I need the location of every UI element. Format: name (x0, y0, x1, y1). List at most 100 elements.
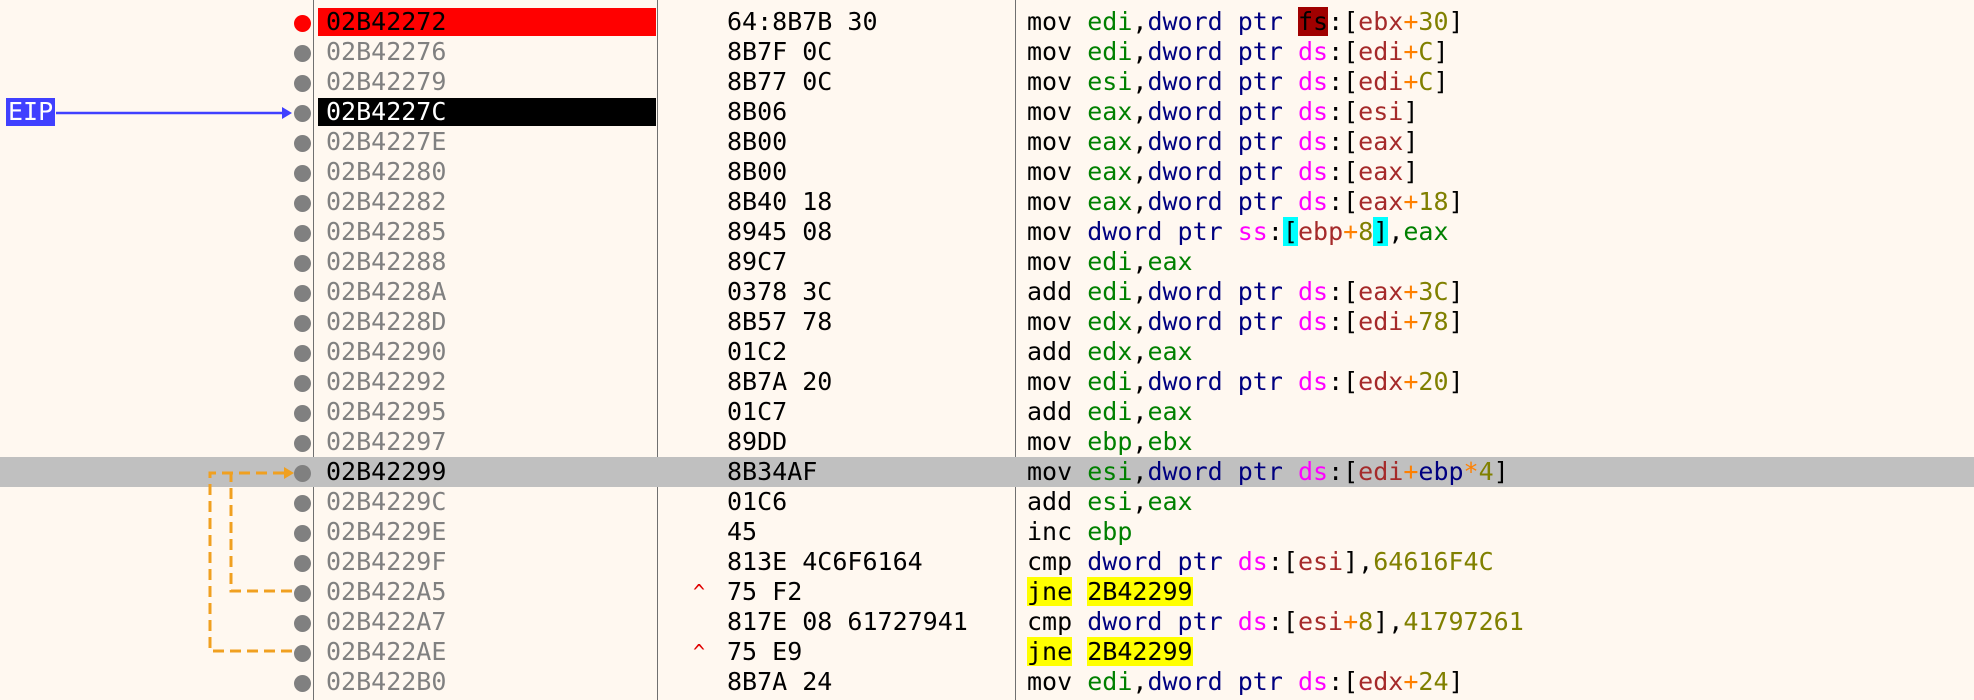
instruction-bytes[interactable]: 45 (727, 517, 757, 547)
instruction-address[interactable]: 02B42280 (318, 158, 656, 186)
instruction-text[interactable]: jne 2B42299 (1027, 637, 1193, 667)
instruction-bytes[interactable]: 8B57 78 (727, 307, 832, 337)
instruction-bytes[interactable]: 8B7F 0C (727, 37, 832, 67)
instruction-address[interactable]: 02B42279 (318, 68, 656, 96)
instruction-address[interactable]: 02B42290 (318, 338, 656, 366)
instruction-address[interactable]: 02B422B0 (318, 668, 656, 696)
instruction-bytes[interactable]: 8B00 (727, 157, 787, 187)
instruction-address[interactable]: 02B4229E (318, 518, 656, 546)
instruction-bytes[interactable]: 89C7 (727, 247, 787, 277)
instruction-text[interactable]: add edx,eax (1027, 337, 1193, 367)
instruction-bytes[interactable]: 8B7A 24 (727, 667, 832, 697)
instruction-bytes[interactable]: 8B7A 20 (727, 367, 832, 397)
instruction-text[interactable]: mov edx,dword ptr ds:[edi+78] (1027, 307, 1464, 337)
instruction-text[interactable]: mov edi,dword ptr fs:[ebx+30] (1027, 7, 1464, 37)
instruction-address[interactable]: 02B422A5 (318, 578, 656, 606)
instruction-address[interactable]: 02B42295 (318, 398, 656, 426)
instruction-token: 24 (1418, 667, 1449, 696)
instruction-text[interactable]: cmp dword ptr ds:[esi+8],41797261 (1027, 607, 1524, 637)
instruction-bytes[interactable]: 89DD (727, 427, 787, 457)
instruction-bytes[interactable]: 8B06 (727, 97, 787, 127)
instruction-bytes[interactable]: 64:8B7B 30 (727, 7, 878, 37)
instruction-address[interactable]: 02B422A7 (318, 608, 656, 636)
instruction-token: dword ptr (1087, 547, 1238, 576)
instruction-bytes[interactable]: 01C6 (727, 487, 787, 517)
instruction-address[interactable]: 02B42297 (318, 428, 656, 456)
instruction-token: , (1388, 217, 1404, 246)
instruction-address[interactable]: 02B4227E (318, 128, 656, 156)
instruction-text[interactable]: cmp dword ptr ds:[esi],64616F4C (1027, 547, 1494, 577)
instruction-token: , (1132, 487, 1148, 516)
instruction-text[interactable]: mov edi,dword ptr ds:[edx+24] (1027, 667, 1464, 697)
instruction-token: mov (1027, 37, 1088, 66)
instruction-token: inc (1027, 517, 1088, 546)
instruction-address[interactable]: 02B42292 (318, 368, 656, 396)
instruction-address[interactable]: 02B42288 (318, 248, 656, 276)
instruction-bytes[interactable]: 01C7 (727, 397, 787, 427)
instruction-token: edi (1358, 37, 1404, 66)
instruction-text[interactable]: mov eax,dword ptr ds:[eax] (1027, 127, 1418, 157)
instruction-token: esi (1087, 457, 1133, 486)
instruction-address[interactable]: 02B42272 (318, 8, 656, 36)
instruction-bytes[interactable]: 8945 08 (727, 217, 832, 247)
instruction-token: jne (1027, 577, 1073, 606)
instruction-token: mov (1027, 667, 1088, 696)
instruction-text[interactable]: add esi,eax (1027, 487, 1193, 517)
instruction-bytes[interactable]: 8B34AF (727, 457, 817, 487)
instruction-address[interactable]: 02B4227C (318, 98, 656, 126)
instruction-token: , (1132, 247, 1148, 276)
instruction-token: + (1403, 367, 1419, 396)
instruction-bytes[interactable]: 75 F2 (727, 577, 802, 607)
instruction-address[interactable]: 02B4229C (318, 488, 656, 516)
instruction-bytes[interactable]: 8B40 18 (727, 187, 832, 217)
instruction-token: edi (1087, 247, 1133, 276)
jump-arrow-1[interactable] (229, 471, 292, 593)
instruction-token: edi (1087, 397, 1133, 426)
instruction-text[interactable]: mov edi,dword ptr ds:[edi+C] (1027, 37, 1449, 67)
instruction-token: :[ (1267, 607, 1298, 636)
instruction-token: , (1132, 457, 1148, 486)
instruction-token: + (1403, 667, 1419, 696)
instruction-text[interactable]: mov esi,dword ptr ds:[edi+C] (1027, 67, 1449, 97)
instruction-token: cmp (1027, 607, 1088, 636)
instruction-text[interactable]: mov esi,dword ptr ds:[edi+ebp*4] (1027, 457, 1509, 487)
instruction-text[interactable]: inc ebp (1027, 517, 1132, 547)
instruction-bytes[interactable]: 8B00 (727, 127, 787, 157)
instruction-bytes[interactable]: 0378 3C (727, 277, 832, 307)
instruction-bytes[interactable]: 8B77 0C (727, 67, 832, 97)
instruction-bytes[interactable]: 01C2 (727, 337, 787, 367)
instruction-text[interactable]: mov eax,dword ptr ds:[eax] (1027, 157, 1418, 187)
instruction-text[interactable]: mov dword ptr ss:[ebp+8],eax (1027, 217, 1449, 247)
jump-arrow-2[interactable] (208, 471, 292, 653)
instruction-token: ds (1297, 367, 1329, 396)
instruction-address[interactable]: 02B42276 (318, 38, 656, 66)
instruction-text[interactable]: mov edi,eax (1027, 247, 1193, 277)
instruction-address[interactable]: 02B4229F (318, 548, 656, 576)
instruction-token: , (1132, 667, 1148, 696)
instruction-token: :[ (1328, 157, 1359, 186)
instruction-token: add (1027, 337, 1088, 366)
instruction-bytes[interactable]: 75 E9 (727, 637, 802, 667)
instruction-text[interactable]: mov ebp,ebx (1027, 427, 1193, 457)
instruction-token: eax (1087, 127, 1133, 156)
instruction-token: dword ptr (1147, 37, 1298, 66)
instruction-text[interactable]: add edi,dword ptr ds:[eax+3C] (1027, 277, 1464, 307)
instruction-text[interactable]: jne 2B42299 (1027, 577, 1193, 607)
instruction-address[interactable]: 02B42285 (318, 218, 656, 246)
instruction-address[interactable]: 02B4228A (318, 278, 656, 306)
instruction-text[interactable]: add edi,eax (1027, 397, 1193, 427)
instruction-bytes[interactable]: 817E 08 61727941 (727, 607, 968, 637)
instruction-token: 2B42299 (1087, 577, 1193, 606)
eip-label: EIP (6, 97, 56, 126)
instruction-token: eax (1087, 97, 1133, 126)
jump-up-marker: ^ (693, 580, 706, 604)
instruction-address[interactable]: 02B422AE (318, 638, 656, 666)
instruction-text[interactable]: mov edi,dword ptr ds:[edx+20] (1027, 367, 1464, 397)
instruction-text[interactable]: mov eax,dword ptr ds:[esi] (1027, 97, 1418, 127)
instruction-token: eax (1147, 337, 1193, 366)
instruction-bytes[interactable]: 813E 4C6F6164 (727, 547, 923, 577)
instruction-text[interactable]: mov eax,dword ptr ds:[eax+18] (1027, 187, 1464, 217)
instruction-address[interactable]: 02B4228D (318, 308, 656, 336)
instruction-address[interactable]: 02B42282 (318, 188, 656, 216)
instruction-address[interactable]: 02B42299 (318, 458, 656, 486)
